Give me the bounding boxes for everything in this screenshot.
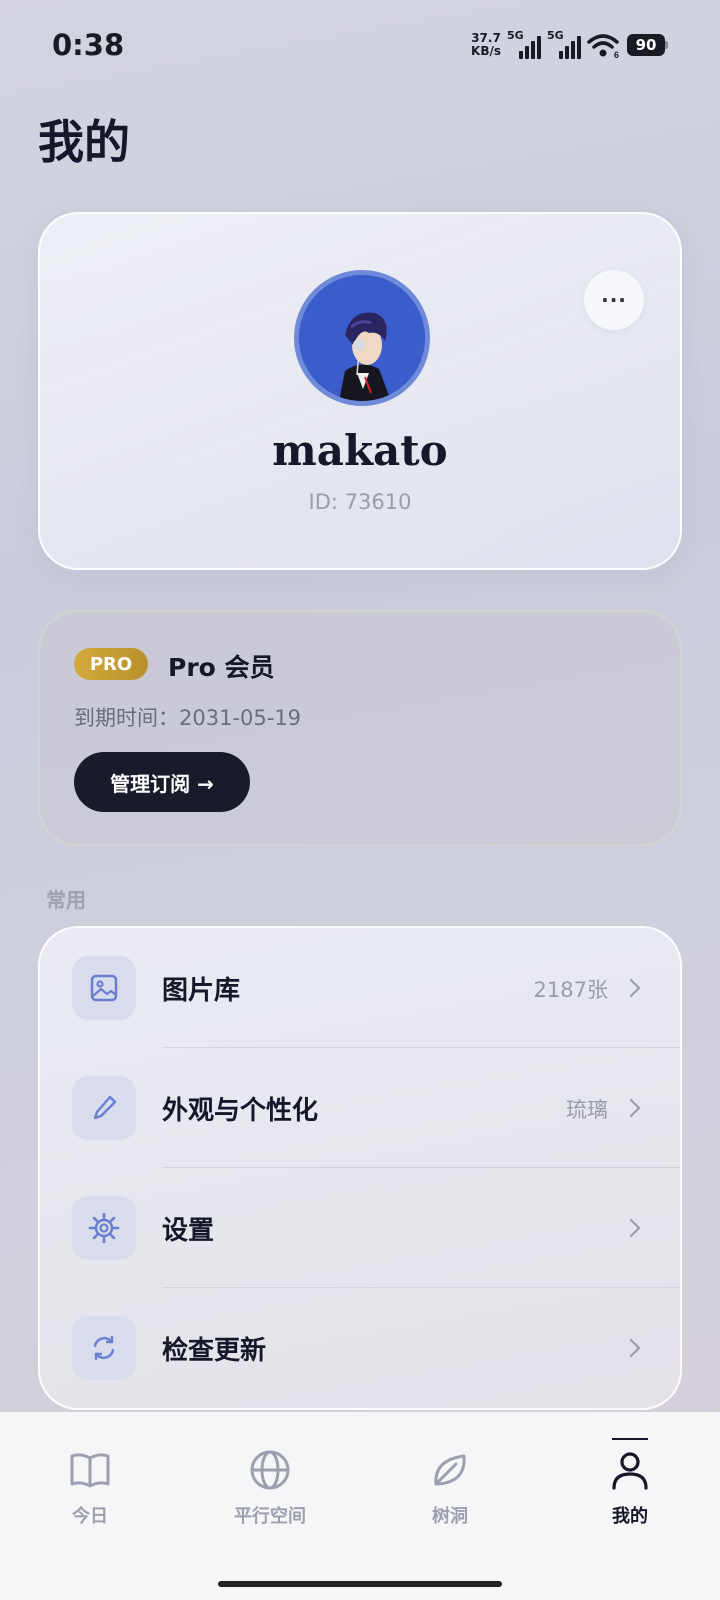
signal-icon: 5G: [507, 29, 541, 59]
brush-icon: [72, 1076, 136, 1140]
menu-item-value: 琉璃: [566, 1098, 608, 1122]
person-icon: [612, 1452, 648, 1490]
wifi-icon: 6: [587, 34, 619, 59]
avatar[interactable]: [294, 270, 430, 406]
tab-mine[interactable]: 我的: [570, 1448, 690, 1528]
active-tab-indicator: [612, 1438, 648, 1440]
menu-item-label: 设置: [162, 1216, 215, 1246]
tab-label: 平行空间: [234, 1506, 306, 1527]
chevron-right-icon: [629, 978, 641, 998]
status-icons: 37.7 KB/s 5G 5G 6 90: [471, 28, 668, 62]
profile-card: ··· makato ID: 73610: [38, 212, 682, 570]
signal-icon-2: 5G: [547, 29, 581, 59]
page-title: 我的: [38, 115, 130, 169]
menu-item-value: 2187张: [533, 978, 608, 1002]
menu-item-label: 外观与个性化: [162, 1096, 319, 1126]
leaf-icon: [434, 1454, 466, 1486]
subscription-title: Pro 会员: [168, 653, 275, 682]
globe-icon: [250, 1450, 290, 1490]
pro-badge: PRO: [74, 648, 148, 680]
status-time: 0:38: [52, 28, 125, 62]
chevron-right-icon: [629, 1218, 641, 1238]
menu-item-settings[interactable]: 设置: [40, 1168, 680, 1288]
menu-item-appearance[interactable]: 外观与个性化 琉璃: [40, 1048, 680, 1168]
tab-tree-hole[interactable]: 树洞: [390, 1448, 510, 1528]
more-options-button[interactable]: ···: [584, 270, 644, 330]
chevron-right-icon: [629, 1098, 641, 1118]
battery-icon: 90: [627, 34, 668, 56]
svg-text:6: 6: [614, 50, 619, 59]
tab-label: 我的: [612, 1506, 648, 1527]
tab-today[interactable]: 今日: [30, 1448, 150, 1528]
section-label: 常用: [46, 888, 86, 912]
refresh-icon: [72, 1316, 136, 1380]
tab-parallel-space[interactable]: 平行空间: [210, 1448, 330, 1528]
subscription-card: PRO Pro 会员 到期时间：2031-05-19 管理订阅 →: [38, 610, 682, 846]
manage-subscription-button[interactable]: 管理订阅 →: [74, 752, 250, 812]
bottom-tab-bar: 今日 平行空间 树洞 我的: [0, 1412, 720, 1600]
tab-label: 树洞: [432, 1506, 468, 1527]
menu-item-check-update[interactable]: 检查更新: [40, 1288, 680, 1408]
expiry-date: 到期时间：2031-05-19: [74, 706, 302, 730]
home-indicator[interactable]: [218, 1581, 502, 1587]
book-icon: [70, 1453, 110, 1488]
menu-item-label: 检查更新: [162, 1336, 267, 1366]
tab-label: 今日: [72, 1506, 108, 1527]
network-speed: 37.7 KB/s: [471, 31, 501, 58]
image-icon: [72, 956, 136, 1020]
username: makato: [272, 426, 448, 475]
chevron-right-icon: [629, 1338, 641, 1358]
status-bar: 0:38 37.7 KB/s 5G 5G 6 90: [0, 0, 720, 92]
menu-list: 图片库 2187张 外观与个性化 琉璃 设置 检查更新: [38, 926, 682, 1410]
menu-item-label: 图片库: [162, 976, 241, 1006]
menu-item-gallery[interactable]: 图片库 2187张: [40, 928, 680, 1048]
user-id: ID: 73610: [308, 490, 412, 514]
gear-icon: [72, 1196, 136, 1260]
